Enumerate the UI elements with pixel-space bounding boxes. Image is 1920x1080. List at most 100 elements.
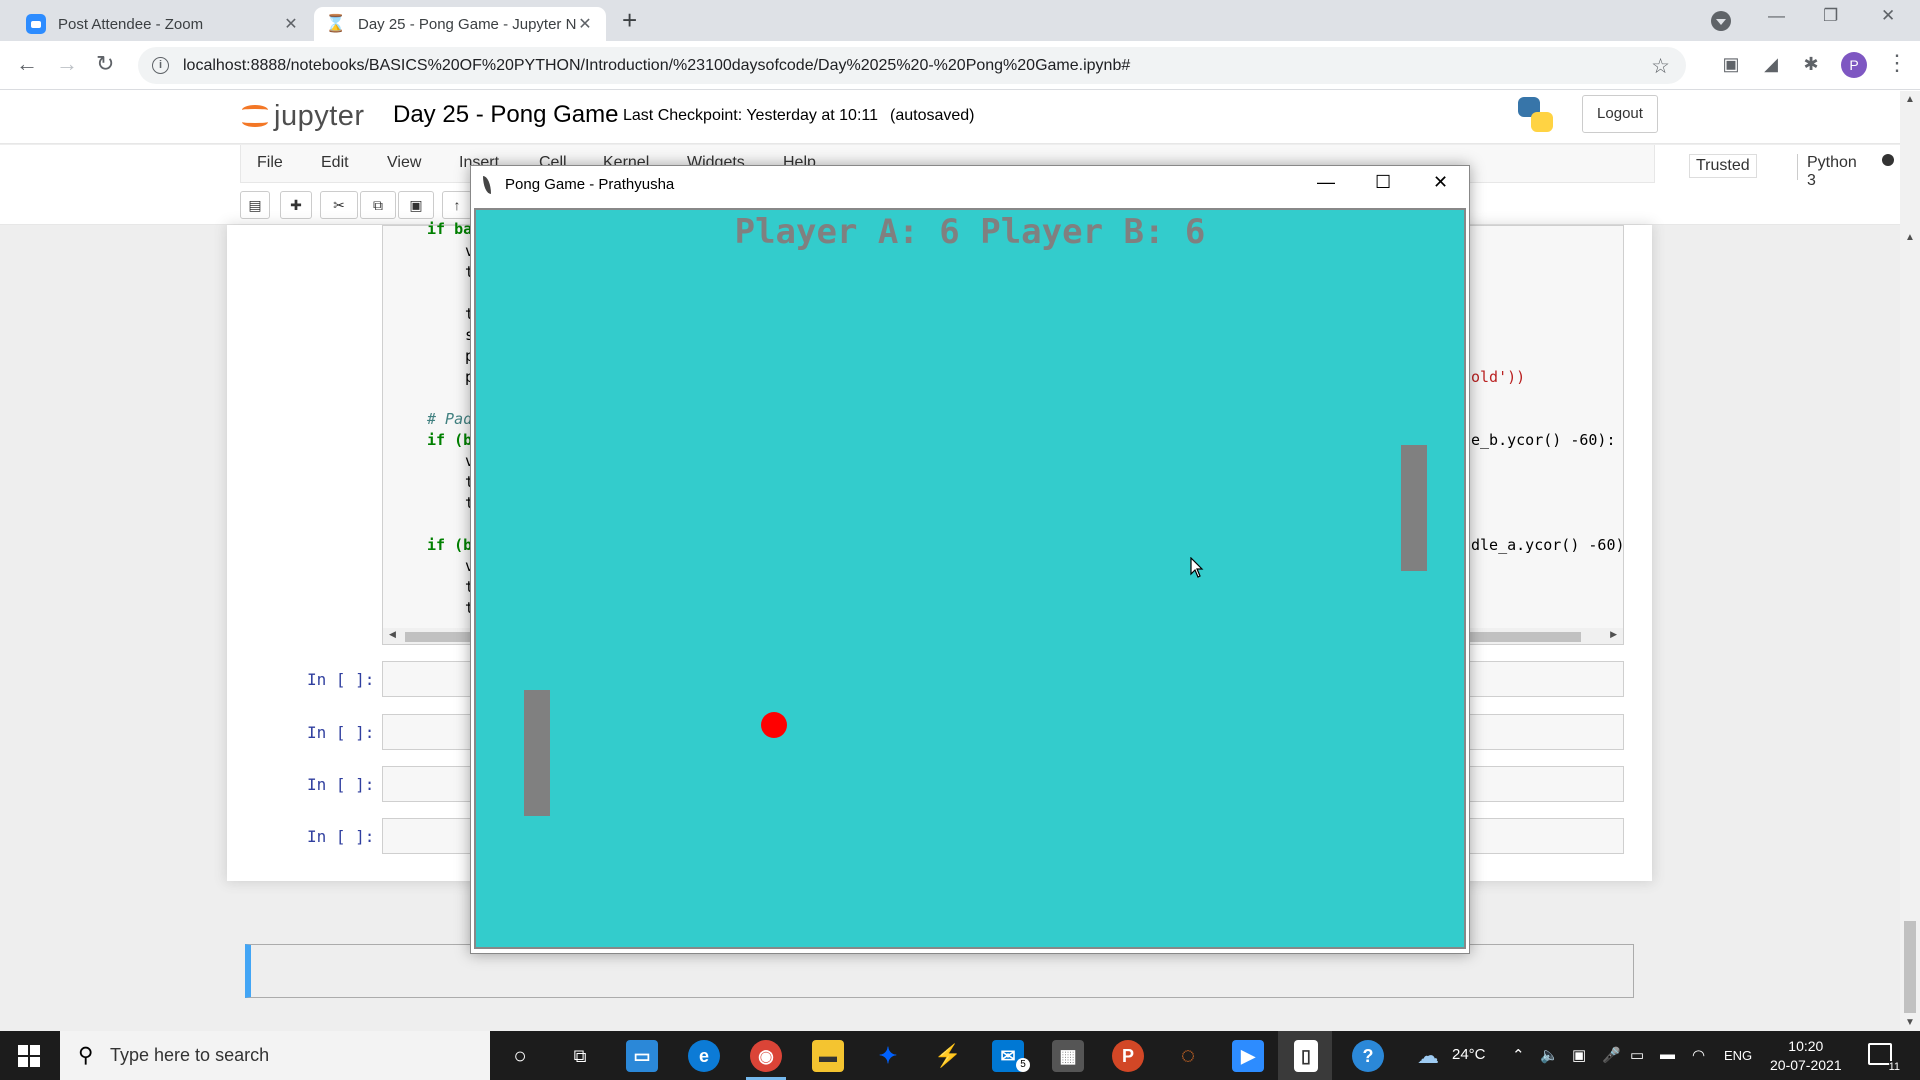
analytics-icon[interactable]: ◢	[1760, 54, 1782, 76]
document-icon[interactable]: ▯	[1294, 1040, 1318, 1072]
clock-date: 20-07-2021	[1770, 1057, 1842, 1073]
taskbar-search[interactable]: ⚲ Type here to search	[60, 1031, 490, 1080]
notification-center-icon[interactable]: 11	[1868, 1043, 1900, 1073]
cell-prompt: In [ ]:	[307, 827, 375, 846]
search-placeholder: Type here to search	[110, 1045, 270, 1065]
puzzle-icon[interactable]: ✱	[1800, 54, 1822, 76]
volume-icon[interactable]: 🔈	[1540, 1046, 1559, 1064]
scroll-up-icon[interactable]: ▲	[1905, 232, 1915, 243]
logout-button[interactable]: Logout	[1582, 95, 1658, 133]
jupyter-logo[interactable]: jupyter	[240, 99, 365, 133]
code-fragment: if ba	[427, 220, 473, 238]
clock-time: 10:20	[1788, 1038, 1824, 1054]
pong-game-window[interactable]: Pong Game - Prathyusha — ☐ ✕ Player A: 6…	[470, 165, 1470, 954]
tab-title: Day 25 - Pong Game - Jupyter N	[358, 15, 576, 33]
menu-file[interactable]: File	[257, 154, 283, 172]
file-explorer-icon[interactable]: ▬	[812, 1040, 844, 1072]
page-scrollbar[interactable]: ▲ ▲ ▼	[1900, 91, 1920, 1031]
microphone-icon[interactable]: 🎤	[1602, 1046, 1621, 1064]
store-icon[interactable]: ▦	[1052, 1040, 1084, 1072]
autosaved-text: (autosaved)	[890, 107, 975, 124]
add-cell-icon[interactable]: ✚	[280, 191, 312, 219]
minimize-icon[interactable]: —	[1317, 172, 1335, 193]
system-clock[interactable]: 10:20 20-07-2021	[1770, 1037, 1842, 1075]
close-icon[interactable]: ✕	[282, 14, 300, 34]
info-icon[interactable]: i	[152, 57, 169, 74]
bookmark-star-icon[interactable]: ☆	[1651, 54, 1670, 79]
window-titlebar[interactable]: Pong Game - Prathyusha — ☐ ✕	[471, 166, 1469, 204]
scroll-up-icon[interactable]: ▲	[1905, 94, 1915, 105]
weather-temp[interactable]: 24°C	[1452, 1046, 1486, 1063]
battery-icon[interactable]: ▬	[1660, 1046, 1675, 1063]
windows-start-icon[interactable]	[18, 1045, 40, 1067]
close-window-icon[interactable]: ✕	[1881, 6, 1895, 26]
code-fragment: if (b	[427, 431, 473, 449]
logo-text: jupyter	[274, 99, 365, 132]
browser-tab-bar: Post Attendee - Zoom ✕ ⌛ Day 25 - Pong G…	[0, 0, 1920, 41]
kernel-status-icon	[1882, 154, 1894, 166]
back-icon[interactable]: ←	[16, 51, 38, 77]
copy-icon[interactable]: ⧉	[360, 191, 396, 219]
code-fragment: if (b	[427, 536, 473, 554]
hourglass-icon: ⌛	[325, 14, 347, 33]
jupyter-icon[interactable]: ◌	[1172, 1040, 1204, 1072]
edge-icon[interactable]: e	[688, 1040, 720, 1072]
cell-prompt: In [ ]:	[307, 670, 375, 689]
zoom-icon[interactable]: ▶	[1232, 1040, 1264, 1072]
search-icon: ⚲	[78, 1044, 94, 1067]
show-hidden-icons-icon[interactable]: ⌃	[1512, 1046, 1525, 1064]
pc-icon[interactable]: ▭	[626, 1040, 658, 1072]
language-indicator[interactable]: ENG	[1724, 1048, 1752, 1063]
notebook-title[interactable]: Day 25 - Pong Game	[393, 101, 618, 129]
maximize-icon[interactable]: ☐	[1375, 172, 1391, 193]
kernel-name[interactable]: Python 3	[1807, 154, 1857, 190]
code-line: if ba	[427, 220, 472, 238]
display-icon[interactable]: ▭	[1630, 1046, 1644, 1064]
move-up-icon[interactable]: ↑	[442, 191, 472, 219]
feather-icon	[483, 176, 491, 194]
divider	[1797, 154, 1798, 180]
save-icon[interactable]: ▤	[240, 191, 270, 219]
cortana-icon[interactable]: ○	[504, 1040, 536, 1072]
address-bar[interactable]: i localhost:8888/notebooks/BASICS%20OF%2…	[138, 47, 1686, 84]
meet-now-icon[interactable]: ▣	[1572, 1046, 1586, 1064]
score-display: Player A: 6 Player B: 6	[734, 212, 1206, 252]
restore-icon[interactable]: ❐	[1823, 6, 1838, 26]
menu-icon[interactable]: ⋮	[1886, 50, 1908, 76]
tab-zoom[interactable]: Post Attendee - Zoom ✕	[14, 7, 312, 41]
scrollbar-thumb[interactable]	[1904, 921, 1916, 1013]
close-icon[interactable]: ✕	[1433, 172, 1448, 193]
powerpoint-icon[interactable]: P	[1112, 1040, 1144, 1072]
menu-view[interactable]: View	[387, 154, 421, 172]
new-tab-button[interactable]: +	[622, 7, 637, 33]
minimize-icon[interactable]: —	[1768, 6, 1785, 26]
code-comment: # Pad	[427, 410, 473, 428]
extension-icon[interactable]: ▣	[1720, 54, 1742, 76]
forward-icon[interactable]: →	[56, 51, 78, 77]
menu-edit[interactable]: Edit	[321, 154, 349, 172]
trusted-badge[interactable]: Trusted	[1689, 154, 1757, 178]
cut-icon[interactable]: ✂	[320, 191, 358, 219]
scroll-left-icon[interactable]: ◀	[389, 629, 396, 640]
code-fragment: e_b.ycor() -60):	[1471, 431, 1616, 449]
weather-icon[interactable]: ☁	[1412, 1040, 1444, 1072]
cell-prompt: In [ ]:	[307, 775, 375, 794]
vscode-icon[interactable]: ⚡	[932, 1040, 964, 1072]
scroll-right-icon[interactable]: ▶	[1610, 629, 1617, 640]
paste-icon[interactable]: ▣	[398, 191, 434, 219]
reload-icon[interactable]: ↻	[96, 51, 114, 77]
chrome-icon[interactable]: ◉	[750, 1040, 782, 1072]
avatar[interactable]: P	[1841, 52, 1867, 78]
game-canvas[interactable]: Player A: 6 Player B: 6	[474, 208, 1466, 949]
checkpoint-text: Last Checkpoint: Yesterday at 10:11	[623, 107, 878, 124]
tab-search-icon[interactable]	[1711, 11, 1731, 31]
scroll-down-icon[interactable]: ▼	[1905, 1017, 1915, 1028]
wifi-icon[interactable]: ◠	[1692, 1046, 1705, 1064]
ball	[761, 712, 787, 738]
paddle-b	[1401, 445, 1427, 571]
tab-jupyter[interactable]: ⌛ Day 25 - Pong Game - Jupyter N ✕	[314, 7, 606, 41]
help-icon[interactable]: ?	[1352, 1040, 1384, 1072]
task-view-icon[interactable]: ⧉	[564, 1040, 596, 1072]
dropbox-icon[interactable]: ✦	[872, 1040, 904, 1072]
close-icon[interactable]: ✕	[576, 14, 594, 34]
